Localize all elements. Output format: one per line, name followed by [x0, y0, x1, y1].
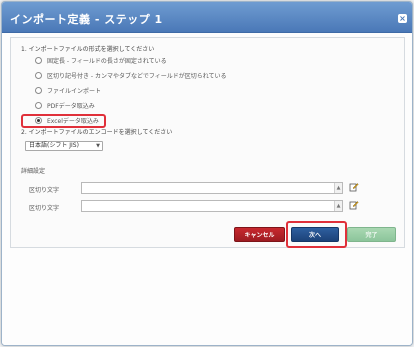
dialog-title: インポート定義 - ステップ 1 — [10, 13, 163, 26]
field-scroll-icon[interactable]: ▲ — [334, 183, 342, 193]
text-field-1[interactable]: ▲ — [81, 182, 343, 194]
encoding-select[interactable]: 日本語(シフト JIS) ▼ — [25, 141, 103, 151]
dialog-titlebar: インポート定義 - ステップ 1 × — [2, 2, 412, 33]
option-label: 区切り記号付き - カンマやタブなどでフィールドが区切られている — [47, 72, 227, 80]
field-scroll-icon[interactable]: ▲ — [334, 201, 342, 211]
import-definition-dialog: インポート定義 - ステップ 1 × 1. インポートファイルの形式を選択してく… — [1, 1, 413, 346]
encoding-question: 2. インポートファイルのエンコードを選択してください — [21, 129, 173, 136]
option-fixed-length[interactable]: 固定長 - フィールドの長さが固定されている — [35, 55, 167, 65]
cancel-button[interactable]: キャンセル — [234, 227, 285, 242]
text-field-2[interactable]: ▲ — [81, 200, 343, 212]
next-button-highlight — [286, 221, 347, 248]
encoding-select-value: 日本語(シフト JIS) — [29, 142, 79, 149]
done-button[interactable]: 完了 — [347, 227, 396, 242]
option-delimited[interactable]: 区切り記号付き - カンマやタブなどでフィールドが区切られている — [35, 70, 227, 80]
step-panel: 1. インポートファイルの形式を選択してください 固定長 - フィールドの長さが… — [10, 37, 405, 248]
option-pdf-import[interactable]: PDFデータ取込み — [35, 100, 95, 110]
option-label: ファイルインポート — [47, 87, 102, 95]
radio-button[interactable] — [35, 71, 42, 79]
chevron-down-icon: ▼ — [96, 143, 100, 149]
radio-button[interactable] — [35, 101, 42, 109]
edit-icon[interactable] — [349, 182, 359, 192]
option-file-import[interactable]: ファイルインポート — [35, 85, 101, 95]
option-label: 固定長 - フィールドの長さが固定されている — [47, 57, 167, 65]
file-format-question: 1. インポートファイルの形式を選択してください — [21, 46, 155, 53]
option-label: PDFデータ取込み — [47, 102, 95, 110]
details-section-label: 詳細設定 — [21, 168, 46, 175]
excel-option-highlight — [21, 114, 106, 128]
radio-button[interactable] — [35, 86, 42, 94]
dialog-bottom-area — [2, 252, 412, 345]
field-label-1: 区切り文字 — [29, 187, 60, 194]
close-icon[interactable]: × — [398, 14, 407, 23]
field-label-2: 区切り文字 — [29, 205, 60, 212]
edit-icon[interactable] — [349, 200, 359, 210]
radio-button[interactable] — [35, 56, 42, 64]
